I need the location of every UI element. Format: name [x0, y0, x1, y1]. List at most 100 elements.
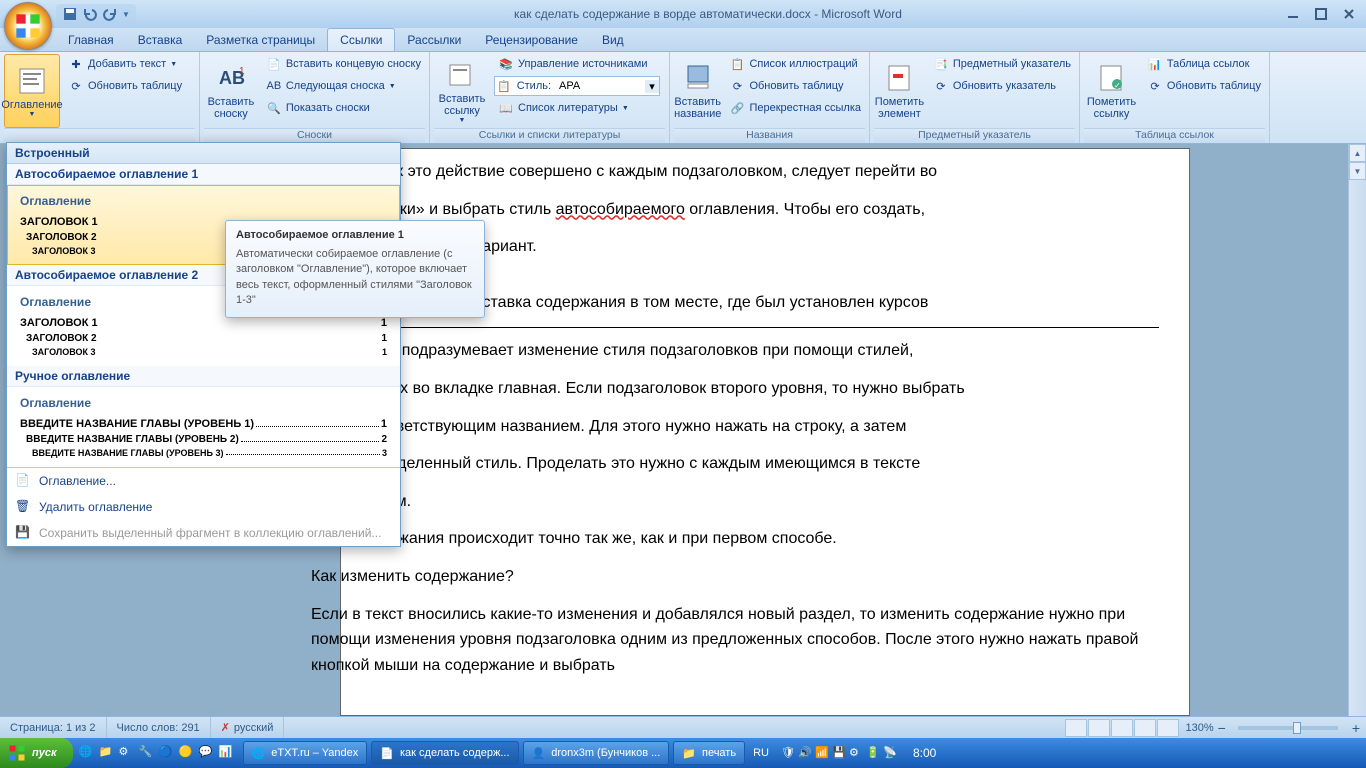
update-toc-button[interactable]: ⟳Обновить таблицу — [64, 76, 186, 96]
maximize-button[interactable] — [1308, 5, 1334, 23]
zoom-out-button[interactable]: − — [1214, 720, 1230, 736]
insert-toa-button[interactable]: 📊Таблица ссылок — [1143, 54, 1265, 74]
vertical-scrollbar[interactable]: ▲ ▼ — [1348, 144, 1366, 716]
save-icon[interactable] — [62, 6, 78, 22]
tray-icon[interactable]: 📊 — [219, 745, 235, 761]
tray-icon[interactable]: 🌐 — [79, 745, 95, 761]
mark-entry-button[interactable]: Пометить элемент — [874, 54, 925, 128]
office-button[interactable] — [4, 2, 52, 50]
scroll-down-icon[interactable]: ▼ — [1349, 162, 1366, 180]
refresh-icon: ⟳ — [933, 78, 949, 94]
status-words[interactable]: Число слов: 291 — [107, 717, 211, 738]
task-item[interactable]: 🌐eTXT.ru – Yandex — [243, 741, 368, 765]
clock[interactable]: 8:00 — [903, 746, 946, 760]
group-citations-title: Ссылки и списки литературы — [434, 128, 665, 143]
toc-insert-custom[interactable]: 📄Оглавление... — [7, 468, 400, 494]
tray-icon[interactable]: ⚙ — [119, 745, 135, 761]
language-indicator[interactable]: RU — [747, 747, 775, 759]
app-icon: 👤 — [532, 747, 546, 760]
task-item[interactable]: 📄как сделать содерж... — [371, 741, 518, 765]
status-language[interactable]: ✗русский — [211, 717, 285, 738]
toc-icon — [16, 65, 48, 97]
insert-endnote-button[interactable]: 📄Вставить концевую сноску — [262, 54, 425, 74]
tab-insert[interactable]: Вставка — [126, 29, 195, 51]
view-full-screen[interactable] — [1088, 719, 1110, 737]
group-footnotes-title: Сноски — [204, 128, 425, 143]
systray-icon[interactable]: 🔊 — [798, 746, 812, 760]
tray-icon[interactable]: 📁 — [99, 745, 115, 761]
systray-icon[interactable]: ⚙ — [849, 746, 863, 760]
zoom-value[interactable]: 130% — [1185, 722, 1213, 734]
qat-dropdown-icon[interactable]: ▼ — [122, 10, 130, 19]
next-footnote-button[interactable]: ABСледующая сноска ▼ — [262, 76, 425, 96]
tooltip-body: Автоматически собираемое оглавление (с з… — [236, 247, 474, 309]
close-button[interactable] — [1336, 5, 1362, 23]
tab-view[interactable]: Вид — [590, 29, 636, 51]
systray-icon[interactable]: 🛡 — [781, 746, 795, 760]
svg-text:✓: ✓ — [1114, 81, 1121, 90]
insert-caption-button[interactable]: Вставить название — [674, 54, 721, 128]
mark-citation-button[interactable]: ✓ Пометить ссылку — [1084, 54, 1139, 128]
show-footnotes-button[interactable]: 🔍Показать сноски — [262, 98, 425, 118]
view-web-layout[interactable] — [1111, 719, 1133, 737]
statusbar: Страница: 1 из 2 Число слов: 291 ✗русски… — [0, 716, 1366, 738]
quick-access-toolbar: ▼ — [56, 4, 136, 24]
add-text-button[interactable]: ✚Добавить текст ▼ — [64, 54, 186, 74]
word-icon: 📄 — [380, 747, 394, 760]
scroll-up-icon[interactable]: ▲ — [1349, 144, 1366, 162]
task-item[interactable]: 📁печать — [673, 741, 745, 765]
taskbar: пуск 🌐 📁 ⚙ 🔧 🔵 🟡 💬 📊 🌐eTXT.ru – Yandex 📄… — [0, 738, 1366, 768]
tab-layout[interactable]: Разметка страницы — [194, 29, 327, 51]
systray-icon[interactable]: 📡 — [883, 746, 897, 760]
bibliography-button[interactable]: 📖Список литературы ▼ — [494, 98, 660, 118]
tray-icon[interactable]: 🔵 — [159, 745, 175, 761]
undo-icon[interactable] — [82, 6, 98, 22]
insert-index-button[interactable]: 📑Предметный указатель — [929, 54, 1075, 74]
footnote-icon: AB1 — [215, 62, 247, 94]
start-button[interactable]: пуск — [0, 738, 73, 768]
mark-entry-icon — [883, 62, 915, 94]
show-footnotes-icon: 🔍 — [266, 100, 282, 116]
tab-references[interactable]: Ссылки — [327, 28, 395, 51]
tray-icon[interactable]: 🔧 — [139, 745, 155, 761]
citation-style-combo[interactable]: 📋 Стиль: APA ▾ — [494, 76, 660, 96]
figure-list-button[interactable]: 📋Список иллюстраций — [725, 54, 865, 74]
toc-custom-icon: 📄 — [15, 473, 31, 489]
tab-home[interactable]: Главная — [56, 29, 126, 51]
toc-gallery-item-manual[interactable]: Оглавление ВВЕДИТЕ НАЗВАНИЕ ГЛАВЫ (УРОВЕ… — [7, 387, 400, 467]
task-item[interactable]: 👤dronx3m (Бунчиков ... — [523, 741, 670, 765]
browser-icon: 🌐 — [252, 747, 266, 760]
insert-footnote-button[interactable]: AB1 Вставить сноску — [204, 54, 258, 128]
toc-label: Оглавление — [1, 99, 62, 111]
minimize-button[interactable] — [1280, 5, 1306, 23]
zoom-in-button[interactable]: + — [1346, 720, 1366, 736]
systray-icon[interactable]: 📶 — [815, 746, 829, 760]
update-index-button[interactable]: ⟳Обновить указатель — [929, 76, 1075, 96]
update-captions-button[interactable]: ⟳Обновить таблицу — [725, 76, 865, 96]
redo-icon[interactable] — [102, 6, 118, 22]
update-toa-button[interactable]: ⟳Обновить таблицу — [1143, 76, 1265, 96]
group-toc-title — [4, 128, 195, 143]
toc-button[interactable]: Оглавление ▼ — [4, 54, 60, 128]
tab-review[interactable]: Рецензирование — [473, 29, 590, 51]
toc-remove[interactable]: 🗑Удалить оглавление — [7, 494, 400, 520]
tray-icon[interactable]: 💬 — [199, 745, 215, 761]
tab-mailings[interactable]: Рассылки — [395, 29, 473, 51]
ribbon: Оглавление ▼ ✚Добавить текст ▼ ⟳Обновить… — [0, 52, 1366, 144]
cross-reference-button[interactable]: 🔗Перекрестная ссылка — [725, 98, 865, 118]
systray-icon[interactable]: 🔋 — [866, 746, 880, 760]
view-draft[interactable] — [1157, 719, 1179, 737]
view-print-layout[interactable] — [1065, 719, 1087, 737]
zoom-slider[interactable] — [1238, 726, 1338, 730]
tray-icon[interactable]: 🟡 — [179, 745, 195, 761]
next-footnote-icon: AB — [266, 78, 282, 94]
style-dropdown-icon[interactable]: ▾ — [645, 80, 659, 93]
status-page[interactable]: Страница: 1 из 2 — [0, 717, 107, 738]
insert-citation-button[interactable]: Вставить ссылку▼ — [434, 54, 490, 128]
manage-sources-button[interactable]: 📚Управление источниками — [494, 54, 660, 74]
view-outline[interactable] — [1134, 719, 1156, 737]
caption-icon — [682, 62, 714, 94]
group-index-title: Предметный указатель — [874, 128, 1075, 143]
systray-icon[interactable]: 💾 — [832, 746, 846, 760]
tooltip-title: Автособираемое оглавление 1 — [236, 229, 474, 241]
